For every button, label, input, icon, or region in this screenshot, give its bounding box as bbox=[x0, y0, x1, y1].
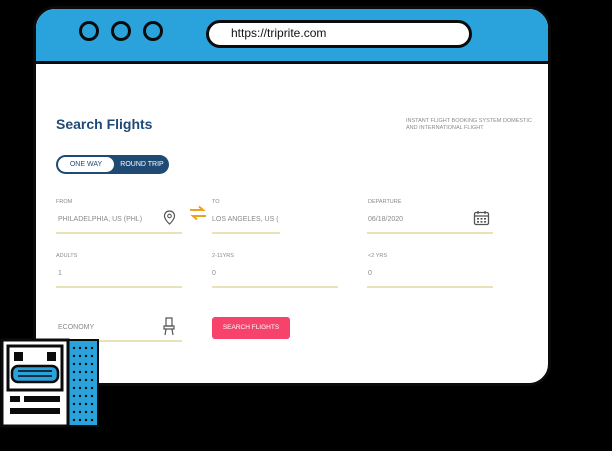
search-flights-button[interactable]: SEARCH FLIGHTS bbox=[212, 317, 290, 339]
swap-arrows-icon[interactable] bbox=[188, 205, 208, 222]
browser-titlebar: https://triprite.com bbox=[36, 9, 548, 64]
browser-window: https://triprite.com Search Flights INST… bbox=[33, 6, 551, 386]
from-field[interactable]: PHILADELPHIA, US (PHL) bbox=[58, 216, 142, 223]
from-underline bbox=[56, 232, 182, 234]
trip-type-round-trip[interactable]: ROUND TRIP bbox=[116, 157, 168, 172]
cabin-class-field[interactable]: ECONOMY bbox=[58, 324, 94, 331]
infants-field[interactable]: 0 bbox=[368, 270, 372, 277]
window-control-maximize[interactable] bbox=[143, 21, 163, 41]
to-underline bbox=[212, 232, 280, 234]
children-label: 2-11YRS bbox=[212, 253, 234, 259]
adults-label: ADULTS bbox=[56, 253, 78, 259]
address-bar[interactable]: https://triprite.com bbox=[206, 20, 472, 48]
departure-field[interactable]: 06/18/2020 bbox=[368, 216, 403, 223]
to-field[interactable]: LOS ANGELES, US ( bbox=[212, 216, 280, 223]
robot-mascot-icon bbox=[0, 338, 99, 428]
infants-label: <2 YRS bbox=[368, 253, 388, 259]
seat-icon bbox=[163, 317, 175, 336]
children-field[interactable]: 0 bbox=[212, 270, 216, 277]
window-control-minimize[interactable] bbox=[111, 21, 131, 41]
calendar-icon[interactable] bbox=[473, 210, 490, 226]
window-control-close[interactable] bbox=[79, 21, 99, 41]
departure-label: DEPARTURE bbox=[368, 199, 402, 205]
page-tagline: INSTANT FLIGHT BOOKING SYSTEM DOMESTIC A… bbox=[406, 118, 532, 131]
trip-type-toggle: ONE WAY ROUND TRIP bbox=[56, 155, 169, 174]
adults-underline bbox=[56, 286, 182, 288]
adults-field[interactable]: 1 bbox=[58, 270, 62, 277]
address-bar-url: https://triprite.com bbox=[231, 26, 327, 40]
children-underline bbox=[212, 286, 338, 288]
departure-underline bbox=[367, 232, 493, 234]
page-title: Search Flights bbox=[56, 116, 153, 132]
infants-underline bbox=[367, 286, 493, 288]
page-content: Search Flights INSTANT FLIGHT BOOKING SY… bbox=[36, 64, 548, 383]
from-label: FROM bbox=[56, 199, 73, 205]
trip-type-one-way[interactable]: ONE WAY bbox=[58, 157, 114, 172]
location-pin-icon bbox=[163, 210, 176, 225]
to-label: TO bbox=[212, 199, 220, 205]
